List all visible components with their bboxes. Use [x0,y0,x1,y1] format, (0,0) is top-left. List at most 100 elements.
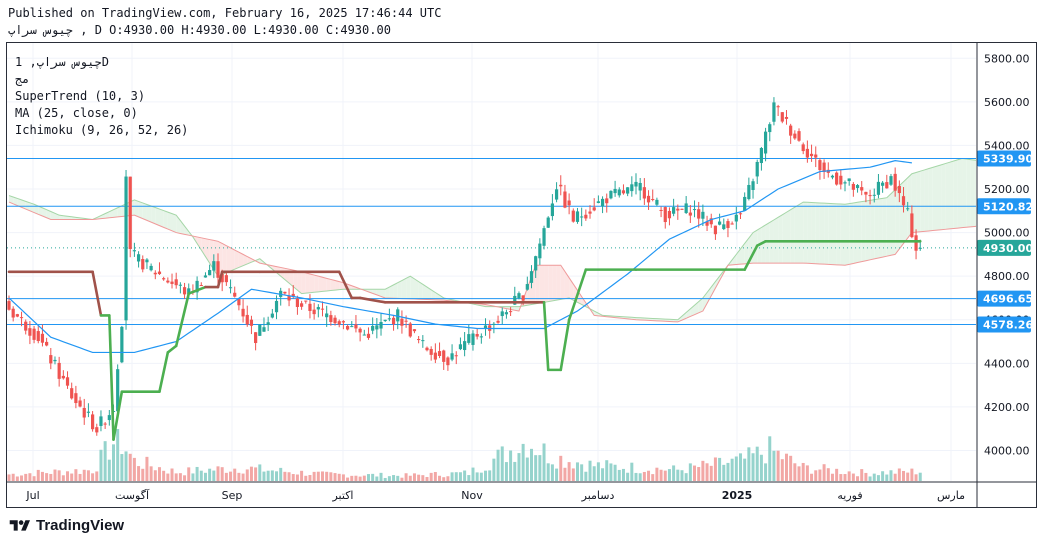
volume-bar [417,474,421,481]
volume-bar [183,475,187,481]
candle-body [128,176,132,249]
volume-bar [442,477,446,481]
candle-body [575,211,580,222]
candle-body [216,261,220,278]
legend-ma[interactable]: MA (25, close, 0) [15,105,188,122]
candle-body [32,328,36,340]
volume-bar [563,467,567,481]
ichimoku-cloud-segment [945,162,950,230]
volume-bar [580,464,584,481]
volume-bar [709,465,713,481]
candle-body [605,198,609,204]
candle-body [199,285,203,287]
ichimoku-cloud-segment [799,202,804,264]
candle-body [559,184,563,187]
volume-bar [329,472,333,481]
y-axis-tick-label: 5000.00 [984,227,1030,240]
volume-bar [897,468,901,481]
candle-body [496,320,500,323]
volume-bar [663,470,667,481]
volume-bar [546,463,550,481]
volume-bar [95,471,99,481]
volume-bar [672,465,676,481]
volume-bar [333,473,337,481]
ichimoku-cloud-segment [790,207,795,264]
volume-bar [830,473,834,481]
ichimoku-cloud-segment [172,213,177,233]
ichimoku-cloud-segment [765,222,770,264]
candle-body [805,148,809,158]
candle-body [412,329,417,332]
ichimoku-cloud-segment [865,200,871,261]
candle-body [408,323,412,337]
volume-bar [688,463,692,481]
ichimoku-cloud-segment [151,205,156,224]
candle-body [768,124,772,133]
volume-bar [471,467,475,481]
candle-body [149,265,153,271]
candle-body [400,318,404,326]
candle-body [7,301,11,310]
candle-body [901,196,906,206]
volume-bar [408,475,412,481]
candle-body [617,189,621,196]
y-axis-tick-label: 5200.00 [984,183,1030,196]
volume-bar [124,451,128,481]
candle-body [713,225,718,235]
ichimoku-cloud-segment [222,243,227,275]
candle-body [233,292,237,297]
volume-bar [116,429,120,481]
candle-body [450,353,454,360]
volume-bar [768,436,772,481]
volume-bar [621,468,625,481]
volume-bar [57,470,61,481]
candle-body [120,326,124,363]
legend-ichimoku[interactable]: Ichimoku (9, 26, 52, 26) [15,122,188,139]
candle-body [258,324,262,336]
volume-bar [86,470,90,481]
candle-body [809,153,814,157]
candle-body [178,284,182,286]
candle-body [697,209,701,219]
volume-bar [279,467,283,481]
volume-bar [224,472,228,481]
candle-body [651,198,655,200]
volume-bar [312,471,316,481]
y-axis-tick-label: 4200.00 [984,401,1030,414]
tradingview-brand[interactable]: TradingView [7,517,124,534]
candle-body [718,221,722,225]
candle-body [228,287,233,289]
volume-bar [864,472,868,481]
volume-bar [617,469,621,481]
candle-body [345,326,350,330]
ichimoku-cloud-segment [401,278,407,299]
candle-body [132,250,136,252]
volume-bar [860,469,864,481]
candle-body [166,280,170,283]
volume-bar [341,474,345,481]
volume-bar [61,475,65,481]
volume-bar [676,469,680,481]
ichimoku-cloud-segment [903,177,908,244]
candle-body [11,308,15,318]
candle-body [738,213,743,215]
ichimoku-cloud-segment [803,202,808,264]
candle-body [596,201,600,204]
legend-supertrend[interactable]: SuperTrend (10, 3) [15,88,188,105]
ichimoku-cloud-segment [845,203,850,266]
candle-body [885,182,889,189]
candle-body [554,189,559,200]
candle-body [542,228,546,246]
candle-body [906,208,910,210]
ichimoku-cloud-segment [857,201,862,263]
volume-bar [555,468,559,481]
volume-bar [856,476,860,481]
ichimoku-cloud-segment [824,203,829,265]
legend-symbol: چیوس سراپ, 1D [15,55,109,69]
ichimoku-cloud-segment [794,204,800,264]
volume-bar [32,476,36,481]
brand-name: TradingView [36,517,125,534]
volume-bar [295,474,299,481]
ichimoku-cloud-segment [146,204,152,223]
candle-body [61,375,65,379]
